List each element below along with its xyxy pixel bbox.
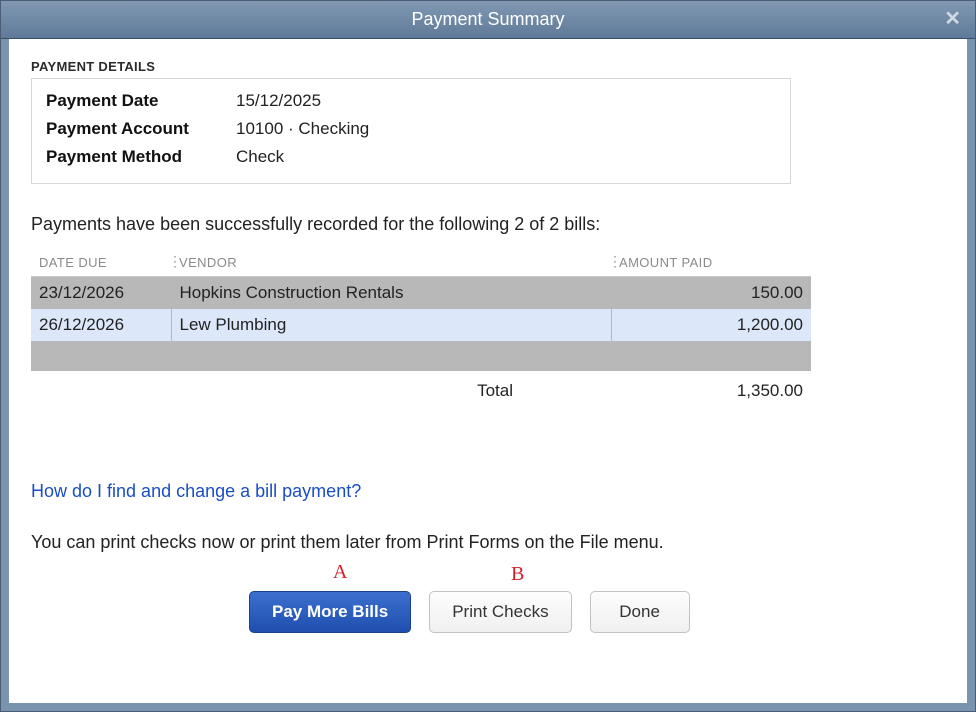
col-header-date-due: DATE DUE	[31, 249, 171, 277]
cell-vendor: Hopkins Construction Rentals	[171, 277, 611, 310]
recorded-message: Payments have been successfully recorded…	[31, 214, 945, 235]
detail-label: Payment Account	[46, 119, 236, 139]
cell-amount-paid: 1,200.00	[611, 309, 811, 341]
annotation-b: B	[511, 563, 524, 586]
detail-row-payment-method: Payment Method Check	[46, 143, 776, 171]
payment-details-heading: PAYMENT DETAILS	[31, 59, 945, 74]
cell-amount-paid: 150.00	[611, 277, 811, 310]
pay-more-bills-button[interactable]: Pay More Bills	[249, 591, 411, 633]
payment-details-box: Payment Date 15/12/2025 Payment Account …	[31, 78, 791, 184]
total-label: Total	[39, 381, 673, 401]
table-header-row: DATE DUE VENDOR AMOUNT PAID	[31, 249, 811, 277]
annotations: A B	[31, 553, 945, 589]
cell-vendor: Lew Plumbing	[171, 309, 611, 341]
col-header-vendor: VENDOR	[171, 249, 611, 277]
detail-value: 15/12/2025	[236, 91, 321, 111]
total-row: Total 1,350.00	[31, 371, 811, 401]
done-button[interactable]: Done	[590, 591, 690, 633]
button-row: Pay More Bills Print Checks Done	[31, 591, 945, 633]
titlebar: Payment Summary ✕	[1, 1, 975, 39]
detail-row-payment-account: Payment Account 10100 · Checking	[46, 115, 776, 143]
payment-summary-window: Payment Summary ✕ PAYMENT DETAILS Paymen…	[0, 0, 976, 712]
print-note: You can print checks now or print them l…	[31, 532, 945, 553]
cell-blank	[171, 341, 611, 371]
close-icon[interactable]: ✕	[944, 9, 961, 29]
help-link[interactable]: How do I find and change a bill payment?	[31, 481, 361, 502]
table-row: 26/12/2026 Lew Plumbing 1,200.00	[31, 309, 811, 341]
detail-label: Payment Method	[46, 147, 236, 167]
payments-table-wrap: DATE DUE VENDOR AMOUNT PAID 23/12/2026 H…	[31, 249, 811, 401]
table-row: 23/12/2026 Hopkins Construction Rentals …	[31, 277, 811, 310]
detail-row-payment-date: Payment Date 15/12/2025	[46, 87, 776, 115]
payments-table: DATE DUE VENDOR AMOUNT PAID 23/12/2026 H…	[31, 249, 811, 371]
detail-value: Check	[236, 147, 284, 167]
annotation-a: A	[333, 561, 347, 584]
total-value: 1,350.00	[673, 381, 803, 401]
cell-date-due: 23/12/2026	[31, 277, 171, 310]
detail-value: 10100 · Checking	[236, 119, 369, 139]
cell-blank	[611, 341, 811, 371]
cell-blank	[31, 341, 171, 371]
window-title: Payment Summary	[411, 9, 564, 30]
print-checks-button[interactable]: Print Checks	[429, 591, 571, 633]
window-content: PAYMENT DETAILS Payment Date 15/12/2025 …	[9, 39, 967, 703]
detail-label: Payment Date	[46, 91, 236, 111]
col-header-amount-paid: AMOUNT PAID	[611, 249, 811, 277]
cell-date-due: 26/12/2026	[31, 309, 171, 341]
table-row-blank	[31, 341, 811, 371]
